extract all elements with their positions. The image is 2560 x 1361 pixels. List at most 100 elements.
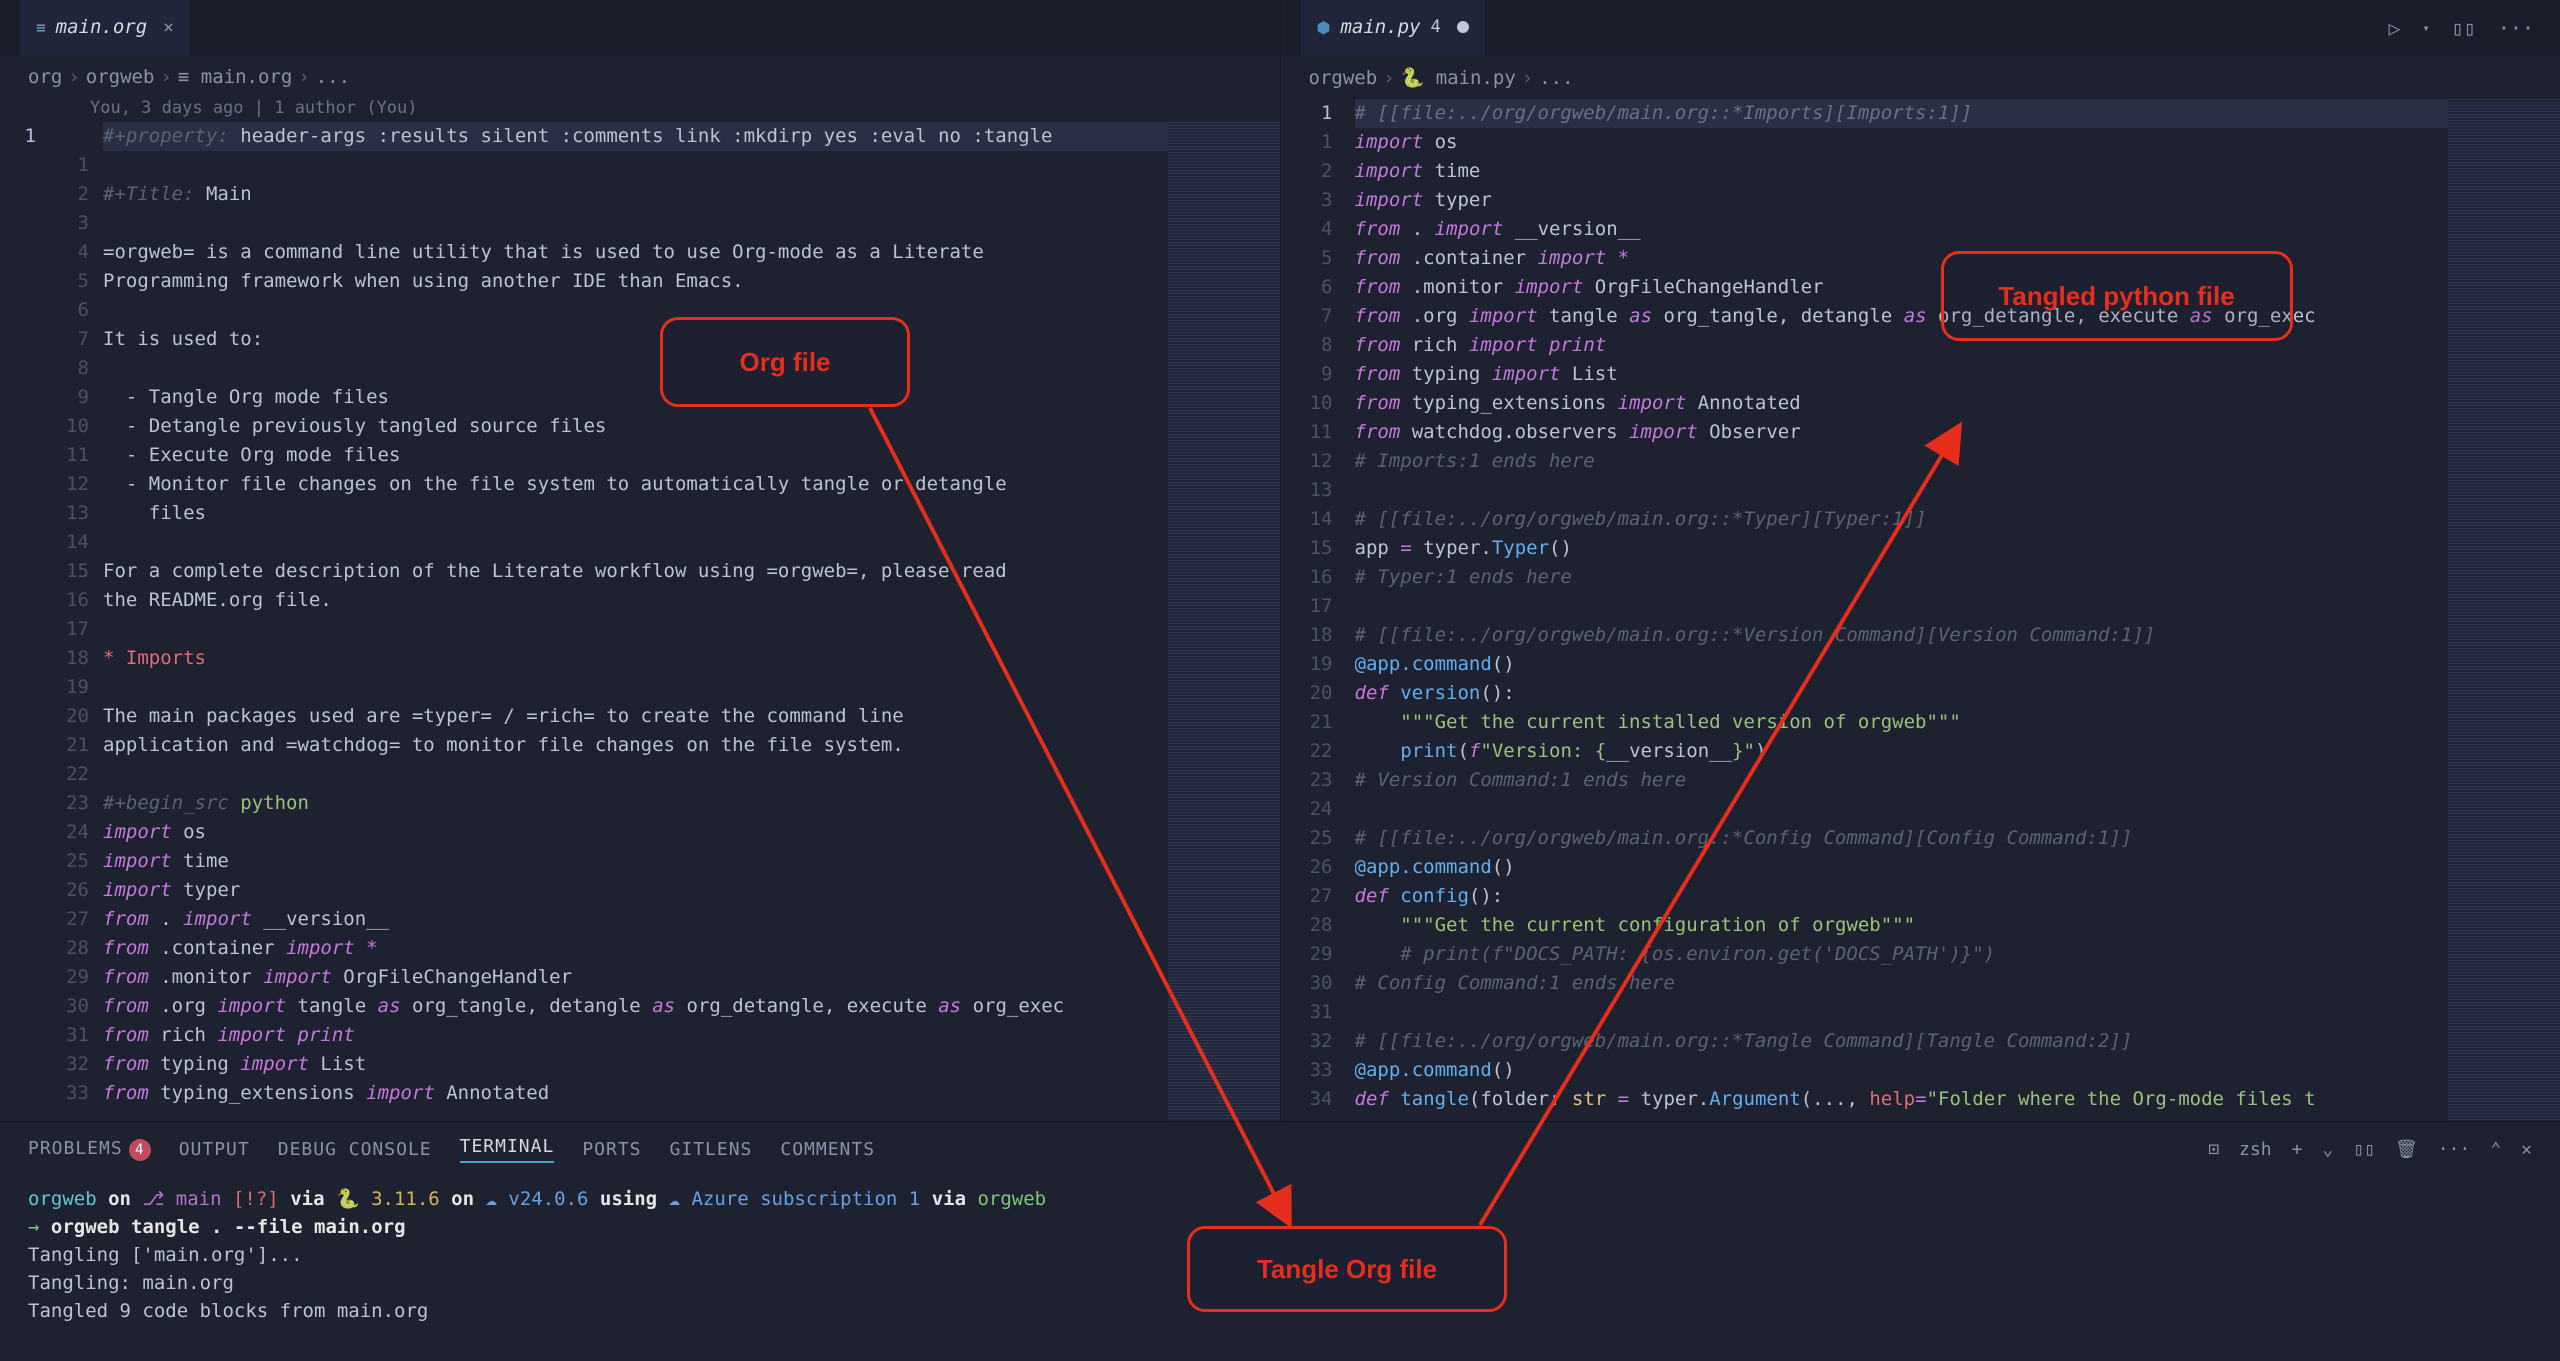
code-line[interactable]: import os [1355,128,2449,157]
more-icon[interactable]: ··· [2498,16,2534,40]
breadcrumb-segment[interactable]: org [28,66,62,88]
code-line[interactable] [103,615,1168,644]
code-line[interactable]: import time [103,847,1168,876]
codelens-author[interactable]: You, 3 days ago | 1 author (You) [0,98,1280,122]
code-line[interactable] [103,760,1168,789]
breadcrumb-segment[interactable]: orgweb [86,66,155,88]
code-line[interactable]: files [103,499,1168,528]
code-line[interactable] [103,528,1168,557]
code-line[interactable] [1355,795,2449,824]
breadcrumb-segment[interactable]: ≡ main.org [178,66,292,88]
code-line[interactable]: from watchdog.observers import Observer [1355,418,2449,447]
code-line[interactable]: the README.org file. [103,586,1168,615]
code-line[interactable]: import typer [1355,186,2449,215]
right-minimap[interactable] [2448,99,2560,1121]
code-line[interactable] [103,296,1168,325]
code-line[interactable]: It is used to: [103,325,1168,354]
code-line[interactable]: from .container import * [1355,244,2449,273]
panel-tab-terminal[interactable]: TERMINAL [460,1136,555,1163]
code-line[interactable] [1355,998,2449,1027]
breadcrumb-segment[interactable]: ... [1539,67,1573,89]
code-line[interactable]: app = typer.Typer() [1355,534,2449,563]
code-line[interactable]: # [[file:../org/orgweb/main.org::*Config… [1355,824,2449,853]
code-line[interactable]: def version(): [1355,679,2449,708]
code-line[interactable]: application and =watchdog= to monitor fi… [103,731,1168,760]
terminal-profile-icon[interactable]: ⊡ [2208,1139,2219,1160]
tab-main-py[interactable]: ⬢ main.py 4 [1301,0,1485,56]
code-line[interactable]: # Version Command:1 ends here [1355,766,2449,795]
run-icon[interactable]: ▷ [2389,16,2401,40]
tab-main-org[interactable]: ≡ main.org × [20,0,190,56]
code-line[interactable]: print(f"Version: {__version__}") [1355,737,2449,766]
panel-tab-output[interactable]: OUTPUT [179,1139,250,1160]
code-line[interactable] [103,151,1168,180]
code-line[interactable]: # [[file:../org/orgweb/main.org::*Versio… [1355,621,2449,650]
breadcrumb-segment[interactable]: 🐍 main.py [1401,66,1516,89]
more-icon[interactable]: ··· [2438,1139,2471,1160]
code-line[interactable]: from . import __version__ [103,905,1168,934]
new-terminal-icon[interactable]: + [2292,1139,2303,1160]
code-line[interactable] [103,209,1168,238]
code-line[interactable]: from .org import tangle as org_tangle, d… [1355,302,2449,331]
left-code-body[interactable]: #+property: header-args :results silent … [103,122,1168,1121]
code-line[interactable]: from .org import tangle as org_tangle, d… [103,992,1168,1021]
left-code-area[interactable]: 1 12345678910111213141516171819202122232… [0,122,1280,1121]
code-line[interactable]: import os [103,818,1168,847]
code-line[interactable]: #+Title: Main [103,180,1168,209]
code-line[interactable]: For a complete description of the Litera… [103,557,1168,586]
panel-tab-comments[interactable]: COMMENTS [780,1139,875,1160]
code-line[interactable] [103,673,1168,702]
split-terminal-icon[interactable]: ▯▯ [2353,1139,2375,1160]
code-line[interactable]: The main packages used are =typer= / =ri… [103,702,1168,731]
code-line[interactable]: # Typer:1 ends here [1355,563,2449,592]
code-line[interactable]: - Tangle Org mode files [103,383,1168,412]
trash-icon[interactable]: 🗑 [2395,1139,2418,1160]
split-editor-icon[interactable]: ▯▯ [2452,16,2476,40]
code-line[interactable]: from typing_extensions import Annotated [103,1079,1168,1108]
panel-tab-problems[interactable]: PROBLEMS4 [28,1138,151,1161]
code-line[interactable]: - Detangle previously tangled source fil… [103,412,1168,441]
terminal-body[interactable]: orgweb on ⎇ main [!?] via 🐍 3.11.6 on ☁ … [0,1177,2560,1361]
code-line[interactable] [1355,476,2449,505]
code-line[interactable]: Programming framework when using another… [103,267,1168,296]
code-line[interactable]: # print(f"DOCS_PATH: {os.environ.get('DO… [1355,940,2449,969]
code-line[interactable] [1355,592,2449,621]
code-line[interactable]: import time [1355,157,2449,186]
left-minimap[interactable] [1168,122,1280,1121]
code-line[interactable]: def config(): [1355,882,2449,911]
code-line[interactable]: from rich import print [103,1021,1168,1050]
right-code-area[interactable]: 1123456789101112131415161718192021222324… [1281,99,2560,1121]
code-line[interactable]: @app.command() [1355,1056,2449,1085]
code-line[interactable]: # Config Command:1 ends here [1355,969,2449,998]
code-line[interactable] [103,354,1168,383]
tab-dirty-icon[interactable] [1457,17,1469,38]
right-code-body[interactable]: # [[file:../org/orgweb/main.org::*Import… [1355,99,2449,1121]
code-line[interactable]: """Get the current configuration of orgw… [1355,911,2449,940]
breadcrumb-segment[interactable]: orgweb [1309,67,1378,89]
code-line[interactable]: # Imports:1 ends here [1355,447,2449,476]
right-breadcrumb[interactable]: orgweb › 🐍 main.py › ... [1281,56,2560,99]
code-line[interactable]: # [[file:../org/orgweb/main.org::*Tangle… [1355,1027,2449,1056]
code-line[interactable]: from .monitor import OrgFileChangeHandle… [103,963,1168,992]
code-line[interactable]: @app.command() [1355,853,2449,882]
code-line[interactable]: - Monitor file changes on the file syste… [103,470,1168,499]
panel-tab-debug-console[interactable]: DEBUG CONSOLE [278,1139,432,1160]
code-line[interactable]: =orgweb= is a command line utility that … [103,238,1168,267]
code-line[interactable]: """Get the current installed version of … [1355,708,2449,737]
code-line[interactable]: # [[file:../org/orgweb/main.org::*Import… [1355,99,2449,128]
code-line[interactable]: #+property: header-args :results silent … [103,122,1168,151]
panel-tab-gitlens[interactable]: GITLENS [670,1139,753,1160]
code-line[interactable]: # [[file:../org/orgweb/main.org::*Typer]… [1355,505,2449,534]
panel-tab-ports[interactable]: PORTS [582,1139,641,1160]
code-line[interactable]: from .container import * [103,934,1168,963]
code-line[interactable]: * Imports [103,644,1168,673]
maximize-icon[interactable]: ⌃ [2490,1139,2501,1160]
code-line[interactable]: def tangle(folder: str = typer.Argument(… [1355,1085,2449,1114]
close-icon[interactable]: × [163,17,174,38]
code-line[interactable]: from .monitor import OrgFileChangeHandle… [1355,273,2449,302]
code-line[interactable]: @app.command() [1355,650,2449,679]
code-line[interactable]: import typer [103,876,1168,905]
chevron-down-icon[interactable]: ⌄ [2322,1139,2333,1160]
close-panel-icon[interactable]: ✕ [2521,1139,2532,1160]
code-line[interactable]: - Execute Org mode files [103,441,1168,470]
